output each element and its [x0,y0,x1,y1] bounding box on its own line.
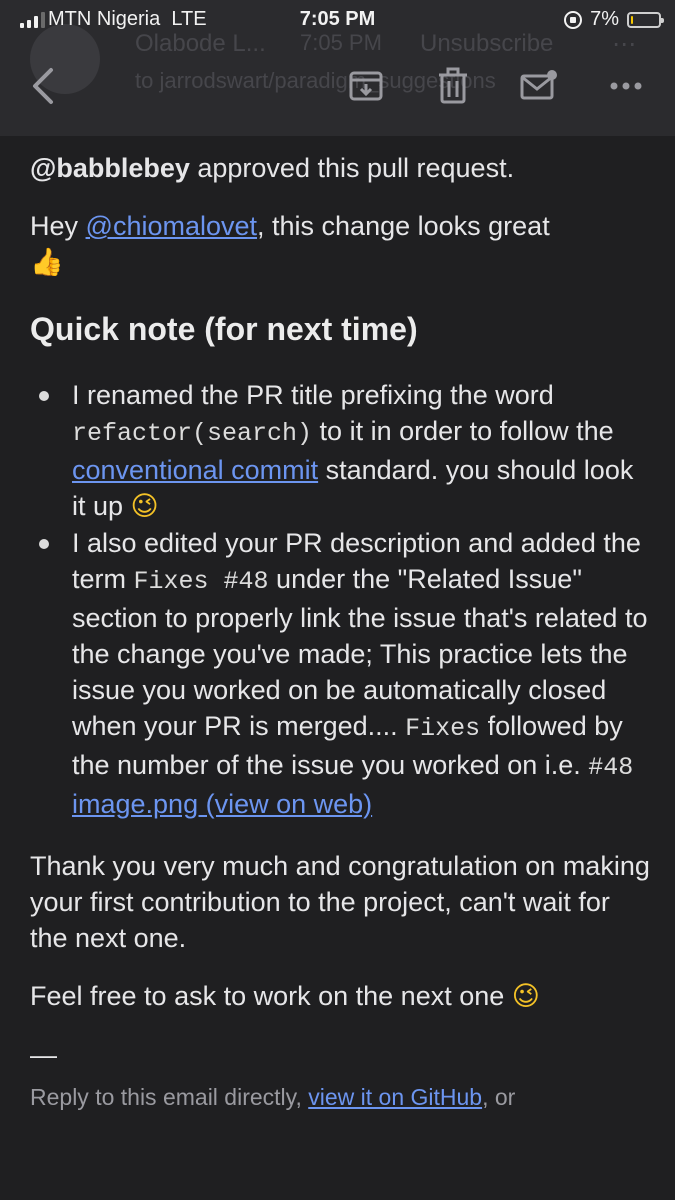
greeting-suffix: , this change looks great [257,211,550,241]
footer-suffix: , or [482,1084,516,1110]
code-48: #48 [588,753,634,782]
free-text: Feel free to ask to work on the next one [30,981,512,1011]
code-fixes-48: Fixes #48 [133,567,269,596]
view-on-github-link[interactable]: view it on GitHub [308,1084,482,1110]
email-header-bar: Olabode L... 7:05 PM Unsubscribe ⋯ to ja… [0,0,675,136]
greeting-prefix: Hey [30,211,86,241]
sender-name: Olabode L... [135,30,266,57]
footer-text: Reply to this email directly, [30,1084,309,1110]
status-bar: MTN Nigeria LTE 7:05 PM 7% [0,6,675,34]
mention-link[interactable]: @chiomalovet [86,211,257,241]
thumbs-up-icon: 👍 [30,247,64,278]
email-body: @babblebey approved this pull request. H… [30,150,650,1113]
section-heading: Quick note (for next time) [30,311,418,347]
more-horizontal-icon[interactable] [604,64,648,108]
code-fixes: Fixes [405,714,481,743]
thanks-paragraph: Thank you very much and congratulation o… [30,851,650,953]
image-link[interactable]: image.png (view on web) [72,789,372,819]
chevron-left-icon[interactable] [22,64,66,108]
mail-unread-icon[interactable] [517,64,561,108]
notes-list: I renamed the PR title prefixing the wor… [30,377,650,822]
email-footer: Reply to this email directly, view it on… [30,1081,650,1113]
battery-area: 7% [564,8,664,31]
list-item: I renamed the PR title prefixing the wor… [39,377,650,525]
conventional-commit-link[interactable]: conventional commit [72,455,318,485]
approval-text: approved this pull request. [189,153,515,183]
trash-icon[interactable] [431,64,475,108]
free-paragraph: Feel free to ask to work on the next one… [30,978,650,1015]
wink-icon: 😉 [130,491,159,522]
signature-separator: — [30,1040,57,1070]
battery-percent: 7% [590,8,619,30]
bullet1-text: I renamed the PR title prefixing the wor… [72,380,554,410]
code-refactor: refactor(search) [72,419,313,448]
orientation-lock-icon [564,10,583,29]
approval-line: @babblebey approved this pull request. [30,150,650,186]
archive-icon[interactable] [344,64,388,108]
greeting-line: Hey @chiomalovet, this change looks grea… [30,208,650,281]
unsubscribe-link[interactable]: Unsubscribe [420,30,553,58]
wink-icon: 😉 [511,981,540,1012]
list-item: I also edited your PR description and ad… [39,525,650,822]
bullet1-text-2: to it in order to follow the [312,416,614,446]
battery-icon [627,11,664,28]
header-more-icon: ⋯ [612,31,636,58]
approver-mention[interactable]: @babblebey [30,153,190,183]
